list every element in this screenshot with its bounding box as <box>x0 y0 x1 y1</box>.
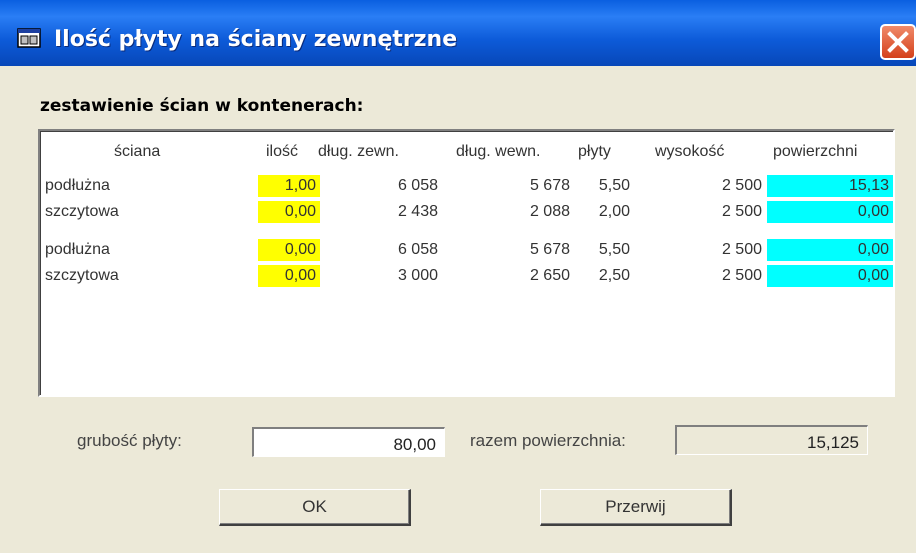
table-cell-outer-length: 6 058 <box>397 241 438 258</box>
table-cell-wall: podłużna <box>45 177 110 194</box>
column-header-inner-length[interactable]: dług. wewn. <box>456 142 541 162</box>
close-icon <box>887 31 909 53</box>
column-header-height[interactable]: wysokość <box>655 142 724 162</box>
total-area-label: razem powierzchnia: <box>470 431 626 450</box>
table-cell-height: 2 500 <box>721 241 762 258</box>
table-cell-height: 2 500 <box>721 203 762 220</box>
table-cell-area: 15,13 <box>848 177 889 194</box>
table-cell-wall: szczytowa <box>45 267 119 284</box>
table-cell-area: 0,00 <box>857 267 889 284</box>
table-cell-area: 0,00 <box>857 203 889 220</box>
total-area-field: 15,125 <box>675 425 868 455</box>
window-title: Ilość płyty na ściany zewnętrzne <box>54 27 458 52</box>
table-cell-height: 2 500 <box>721 267 762 284</box>
table-cell-quantity[interactable]: 0,00 <box>258 202 316 222</box>
column-header-outer-length[interactable]: dług. zewn. <box>318 142 399 162</box>
section-label: zestawienie ścian w kontenerach: <box>40 96 364 116</box>
table-cell-boards: 2,50 <box>598 267 630 284</box>
column-header-quantity[interactable]: ilość <box>266 142 298 162</box>
table-cell-boards: 2,00 <box>598 203 630 220</box>
thickness-label: grubość płyty: <box>77 431 182 450</box>
title-bar[interactable]: Ilość płyty na ściany zewnętrzne <box>0 0 916 66</box>
column-header-wall[interactable]: ściana <box>114 142 160 162</box>
column-header-area[interactable]: powierzchni <box>773 142 857 162</box>
walls-table[interactable]: ściana ilość dług. zewn. dług. wewn. pły… <box>38 129 895 397</box>
table-cell-outer-length: 3 000 <box>397 267 438 284</box>
table-cell-inner-length: 2 088 <box>529 203 570 220</box>
table-cell-boards: 5,50 <box>598 241 630 258</box>
table-cell-inner-length: 5 678 <box>529 241 570 258</box>
window-icon <box>17 28 41 48</box>
table-cell-inner-length: 5 678 <box>529 177 570 194</box>
table-cell-height: 2 500 <box>721 177 762 194</box>
table-cell-quantity[interactable]: 0,00 <box>258 266 316 286</box>
table-cell-quantity[interactable]: 1,00 <box>258 176 316 196</box>
table-cell-outer-length: 2 438 <box>397 203 438 220</box>
cancel-button[interactable]: Przerwij <box>540 489 732 526</box>
table-cell-boards: 5,50 <box>598 177 630 194</box>
table-cell-area: 0,00 <box>857 241 889 258</box>
table-cell-outer-length: 6 058 <box>397 177 438 194</box>
close-button[interactable] <box>880 24 916 60</box>
ok-button[interactable]: OK <box>219 489 411 526</box>
table-cell-inner-length: 2 650 <box>529 267 570 284</box>
column-header-boards[interactable]: płyty <box>578 142 611 162</box>
table-cell-wall: podłużna <box>45 241 110 258</box>
table-cell-wall: szczytowa <box>45 203 119 220</box>
table-cell-quantity[interactable]: 0,00 <box>258 240 316 260</box>
thickness-input[interactable]: 80,00 <box>252 427 445 457</box>
